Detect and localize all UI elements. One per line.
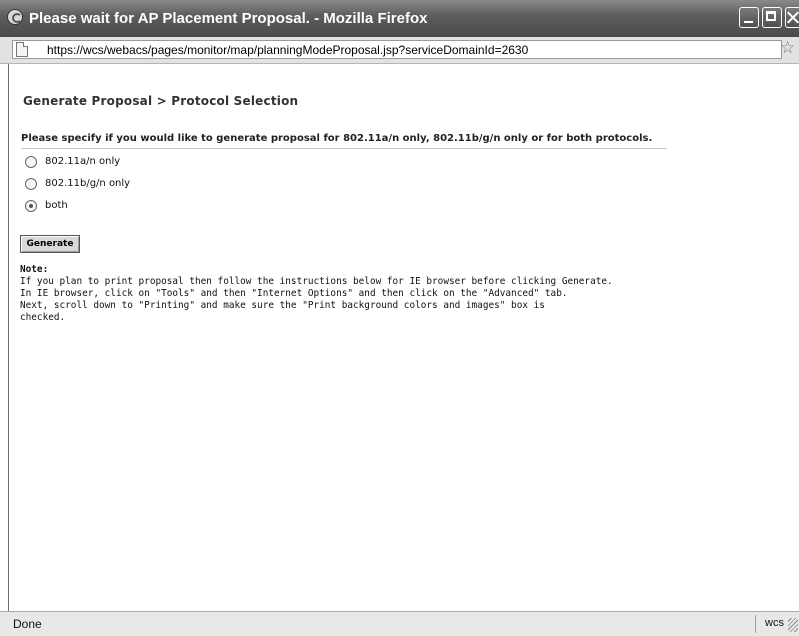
page-title: Generate Proposal > Protocol Selection	[23, 94, 299, 108]
note-title: Note:	[20, 264, 49, 275]
browser-window: Please wait for AP Placement Proposal. -…	[0, 0, 799, 636]
url-field[interactable]: https://wcs/webacs/pages/monitor/map/pla…	[12, 40, 782, 59]
option-label: 802.11a/n only	[45, 156, 121, 167]
note-line: If you plan to print proposal then follo…	[20, 276, 613, 287]
radio-80211an[interactable]	[25, 156, 37, 168]
option-label: 802.11b/g/n only	[45, 178, 131, 189]
divider	[21, 148, 667, 149]
window-title: Please wait for AP Placement Proposal. -…	[29, 10, 428, 27]
title-bar: Please wait for AP Placement Proposal. -…	[0, 0, 799, 37]
address-bar: https://wcs/webacs/pages/monitor/map/pla…	[0, 37, 799, 64]
page-icon	[16, 42, 28, 57]
note-line: Next, scroll down to "Printing" and make…	[20, 300, 545, 311]
firefox-icon	[7, 9, 23, 25]
note-line: checked.	[20, 312, 66, 323]
minimize-button[interactable]	[739, 7, 759, 28]
status-divider	[755, 615, 756, 633]
protocol-prompt: Please specify if you would like to gene…	[21, 133, 653, 144]
note-block: Note: If you plan to print proposal then…	[20, 264, 613, 324]
maximize-button[interactable]	[762, 7, 782, 28]
option-label: both	[45, 200, 68, 211]
status-text: Done	[13, 617, 42, 631]
generate-button[interactable]: Generate	[20, 235, 80, 253]
bookmark-star-icon[interactable]: ☆	[780, 38, 795, 58]
security-zone: wcs	[765, 617, 784, 629]
resize-grip-icon[interactable]	[788, 618, 798, 632]
status-bar: Done wcs	[0, 611, 799, 636]
note-line: In IE browser, click on "Tools" and then…	[20, 288, 568, 299]
url-text: https://wcs/webacs/pages/monitor/map/pla…	[47, 43, 529, 57]
close-button[interactable]	[785, 7, 799, 28]
radio-80211bgn[interactable]	[25, 178, 37, 190]
page-content: Generate Proposal > Protocol Selection P…	[8, 64, 799, 611]
radio-both[interactable]	[25, 200, 37, 212]
